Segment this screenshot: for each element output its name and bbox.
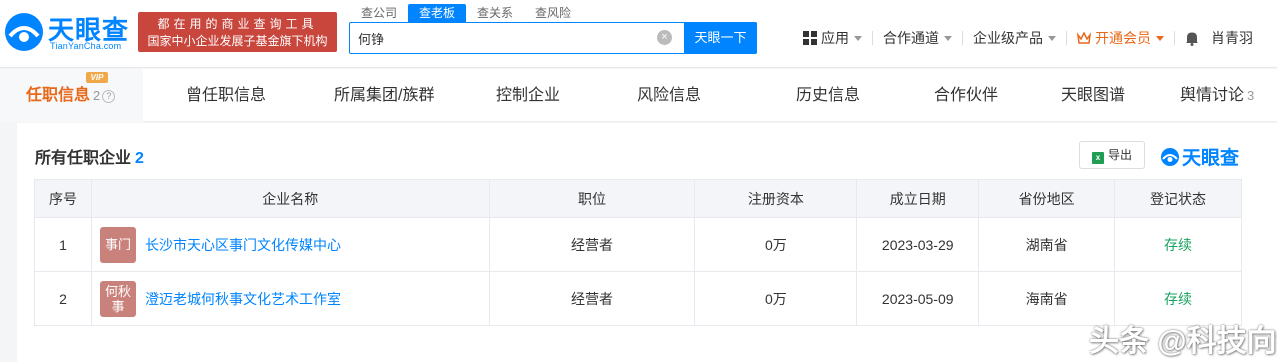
- help-icon[interactable]: ?: [102, 90, 116, 103]
- company-avatar[interactable]: 事门: [99, 226, 136, 263]
- section-count: 2: [135, 150, 144, 167]
- tab-former-positions[interactable]: 曾任职信息: [186, 69, 266, 122]
- section-title-text: 所有任职企业: [35, 150, 132, 167]
- grid-icon: [803, 31, 817, 45]
- bell-icon: [1186, 32, 1198, 46]
- cell-position: 经营者: [488, 271, 696, 326]
- company-link[interactable]: 长沙市天心区事门文化传媒中心: [145, 235, 341, 255]
- top-header: 天眼查 TianYanCha.com 都在用的商业查询工具 国家中小企业发展子基…: [0, 0, 1277, 68]
- avatar-text-line1: 何秋: [104, 283, 131, 299]
- chevron-down-icon: [854, 35, 862, 41]
- tab-count: 3: [1247, 88, 1255, 103]
- site-logo[interactable]: 天眼查 TianYanCha.com: [4, 8, 132, 56]
- cell-capital: 0万: [694, 271, 858, 326]
- tab-current-positions[interactable]: 任职信息 2? VIP: [0, 69, 143, 122]
- col-header-region: 省份地区: [978, 179, 1116, 218]
- chevron-down-icon: [1048, 35, 1056, 41]
- profile-tab-bar: 任职信息 2? VIP 曾任职信息 所属集团/族群 控制企业 风险信息 历史信息 …: [0, 69, 1277, 122]
- tab-label: 任职信息: [26, 87, 91, 104]
- search-tab-company[interactable]: 查公司: [350, 4, 408, 22]
- logo-eye-icon: [5, 13, 43, 51]
- nav-enterprise[interactable]: 企业级产品: [973, 28, 1056, 48]
- nav-divider: [872, 31, 873, 45]
- nav-vip-label: 开通会员: [1095, 30, 1151, 46]
- chevron-down-icon: [1156, 35, 1164, 41]
- col-header-capital: 注册资本: [694, 179, 858, 218]
- col-header-date: 成立日期: [856, 179, 980, 218]
- col-header-no: 序号: [34, 179, 92, 218]
- tab-history[interactable]: 历史信息: [796, 69, 860, 122]
- logo-eye-icon: [1161, 148, 1179, 166]
- search-box: × 天眼一下: [349, 22, 757, 54]
- nav-apps-label: 应用: [821, 30, 849, 46]
- company-link[interactable]: 澄迈老城何秋事文化艺术工作室: [145, 289, 341, 309]
- slogan-banner[interactable]: 都在用的商业查询工具 国家中小企业发展子基金旗下机构: [138, 12, 337, 52]
- cell-capital: 0万: [694, 217, 858, 272]
- nav-enterprise-label: 企业级产品: [973, 30, 1043, 46]
- tab-group[interactable]: 所属集团/族群: [334, 69, 434, 122]
- search-tab-relation[interactable]: 查关系: [466, 4, 524, 22]
- notification-bell[interactable]: [1185, 31, 1203, 46]
- top-nav: 应用 合作通道 企业级产品 开通会员 肖青羽: [803, 26, 1253, 50]
- tab-label: 舆情讨论: [1180, 87, 1245, 104]
- nav-apps[interactable]: 应用: [803, 28, 862, 48]
- avatar-text: 何秋事: [105, 284, 131, 314]
- tab-opinion[interactable]: 舆情讨论 3: [1180, 69, 1254, 122]
- chevron-down-icon: [944, 35, 952, 41]
- avatar-text-line2: 事: [111, 298, 125, 314]
- vip-badge: VIP: [86, 72, 108, 83]
- nav-divider: [962, 31, 963, 45]
- positions-card: 所有任职企业 2 x 导出 天眼查 序号 企业名称 职位 注册资本 成立日期 省份地…: [17, 123, 1277, 362]
- search-button[interactable]: 天眼一下: [684, 22, 757, 54]
- search-tab-boss[interactable]: 查老板: [408, 4, 467, 22]
- export-label: 导出: [1107, 148, 1132, 162]
- user-name[interactable]: 肖青羽: [1211, 28, 1253, 48]
- cell-company: 事门 长沙市天心区事门文化传媒中心: [90, 217, 490, 272]
- col-header-position: 职位: [488, 179, 696, 218]
- table-row: 1 事门 长沙市天心区事门文化传媒中心 经营者 0万 2023-03-29 湖南…: [34, 217, 1242, 272]
- cell-position: 经营者: [488, 217, 696, 272]
- cell-status: 存续: [1114, 217, 1242, 272]
- section-title: 所有任职企业 2: [35, 144, 144, 168]
- excel-icon: x: [1091, 152, 1104, 164]
- logo-domain: TianYanCha.com: [50, 41, 122, 51]
- tab-controlled-companies[interactable]: 控制企业: [496, 69, 560, 122]
- tab-count: 2: [93, 88, 101, 103]
- watermark-text: 头条 @科技向令说: [1089, 325, 1277, 358]
- col-header-name: 企业名称: [90, 179, 490, 218]
- tab-graph[interactable]: 天眼图谱: [1061, 69, 1125, 122]
- tab-partners[interactable]: 合作伙伴: [934, 69, 998, 122]
- company-avatar[interactable]: 何秋事: [99, 280, 136, 317]
- nav-channels[interactable]: 合作通道: [883, 28, 952, 48]
- cell-no: 2: [34, 271, 92, 326]
- nav-divider: [1174, 31, 1175, 45]
- search-input[interactable]: [350, 23, 670, 53]
- search-type-tabs: 查公司 查老板 查关系 查风险: [350, 4, 582, 22]
- cell-company: 何秋事 澄迈老城何秋事文化艺术工作室: [90, 271, 490, 326]
- nav-channels-label: 合作通道: [883, 30, 939, 46]
- cell-date: 2023-03-29: [856, 217, 980, 272]
- slogan-line-2: 国家中小企业发展子基金旗下机构: [147, 34, 328, 48]
- col-header-status: 登记状态: [1114, 179, 1242, 218]
- brand-logo-text: 天眼查: [1182, 148, 1240, 169]
- slogan-line-1: 都在用的商业查询工具: [157, 17, 318, 31]
- nav-vip[interactable]: 开通会员: [1077, 28, 1164, 48]
- cell-region: 湖南省: [978, 217, 1116, 272]
- clear-icon[interactable]: ×: [657, 30, 672, 45]
- avatar-text: 事门: [104, 237, 131, 252]
- table-header-row: 序号 企业名称 职位 注册资本 成立日期 省份地区 登记状态: [34, 179, 1242, 218]
- cell-no: 1: [34, 217, 92, 272]
- table-row: 2 何秋事 澄迈老城何秋事文化艺术工作室 经营者 0万 2023-05-09 海…: [34, 271, 1242, 326]
- export-button[interactable]: x 导出: [1079, 141, 1145, 169]
- tab-risk[interactable]: 风险信息: [637, 69, 701, 122]
- cell-date: 2023-05-09: [856, 271, 980, 326]
- brand-logo: 天眼查: [1160, 143, 1239, 170]
- crown-icon: [1077, 32, 1091, 44]
- nav-divider: [1066, 31, 1067, 45]
- positions-table: 序号 企业名称 职位 注册资本 成立日期 省份地区 登记状态 1 事门 长沙市天…: [34, 179, 1242, 326]
- search-tab-risk[interactable]: 查风险: [524, 4, 582, 22]
